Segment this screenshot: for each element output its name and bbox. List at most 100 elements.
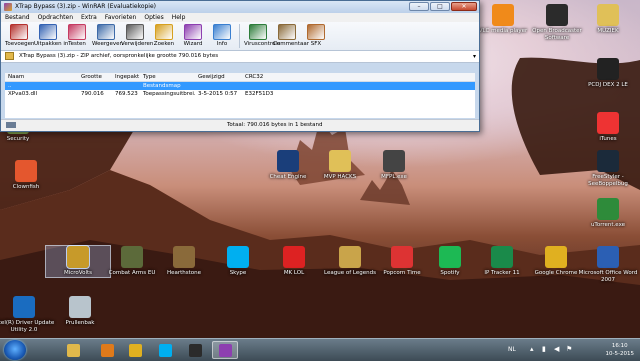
language-indicator[interactable]: NL [508,346,516,353]
fc3-icon [597,150,619,172]
spotify-icon [439,246,461,268]
toolbar-label: Weergeven [92,41,124,47]
column-header-crc32[interactable]: CRC32 [245,74,285,80]
list-header: Naam Grootte Ingepakt Type Gewijzigd CRC… [5,73,475,82]
desktop-icon[interactable]: FreeStyler - SeeBoppelbug [576,150,640,187]
toolbar-label: Toevoegen [5,41,35,47]
utorrent-icon [597,198,619,220]
desktop-icon[interactable]: Skype [206,246,270,277]
toolbar: Toevoegen Uitpakken in Testen Weergeven Verw… [1,22,479,51]
row-name: .. [8,83,12,89]
menu-item-favorieten[interactable]: Favorieten [105,14,136,21]
desktop-icon[interactable]: MFPL.exe [362,150,426,181]
skype-icon [227,246,249,268]
skype-icon [158,343,172,357]
column-header-type[interactable]: Type [143,74,193,80]
obs-icon [546,4,568,26]
toolbar-label: Zoeken [153,41,175,47]
toolbar-button-info[interactable]: Info [208,22,236,47]
row-name: XPva03.dll [8,91,38,97]
taskbar-explorer[interactable] [60,341,86,359]
volume-icon[interactable]: ◀ [554,345,559,353]
column-header-packed[interactable]: Ingepakt [115,74,145,80]
desktop-icon[interactable]: MK LOL [262,246,326,277]
desktop-icon[interactable]: PCDJ DEX 2 LE [576,58,640,89]
clock[interactable]: 16:10 10-5-2015 [606,342,634,358]
menu-item-opdrachten[interactable]: Opdrachten [38,14,73,21]
mklol-icon [283,246,305,268]
start-button[interactable] [4,340,26,360]
menu-item-opties[interactable]: Opties [144,14,163,21]
desktop-icon[interactable]: Prullenbak [48,296,112,327]
desktop-icon-label: PCDJ DEX 2 LE [588,82,628,88]
network-icon[interactable]: ▮ [542,345,546,353]
toolbar-label: Info [216,41,228,47]
taskbar-winrar[interactable] [212,341,238,359]
toolbar-button-wizard[interactable]: Wizard [179,22,207,47]
media-player-icon [100,343,114,357]
taskbar-obs[interactable] [182,341,208,359]
itunes-icon [597,112,619,134]
view-icon [97,24,115,40]
desktop-icon[interactable]: MUZIEK [576,4,640,35]
toolbar-button-test[interactable]: Testen [63,22,91,47]
minimize-button[interactable]: – [409,2,429,11]
toolbar-label: SFX [310,41,322,47]
info-icon [213,24,231,40]
toolbar-button-view[interactable]: Weergeven [92,22,124,47]
toolbar-label: Wizard [183,41,203,47]
flag-icon[interactable]: ⚑ [566,345,572,353]
taskbar-media[interactable] [94,341,120,359]
taskbar-chrome[interactable] [122,341,148,359]
clock-date: 10-5-2015 [605,351,634,357]
maximize-button[interactable]: □ [430,2,450,11]
toolbar-button-extract[interactable]: Uitpakken in [34,22,68,47]
toolbar-button-sfx[interactable]: SFX [302,22,330,47]
menu-item-extra[interactable]: Extra [81,14,97,21]
close-button[interactable]: ✕ [451,2,477,11]
menu-item-bestand[interactable]: Bestand [5,14,30,21]
toolbar-button-delete[interactable]: Verwijderen [121,22,153,47]
toolbar-button-virusscan[interactable]: Viruscontrole [244,22,280,47]
chrome-icon [545,246,567,268]
menu-item-help[interactable]: Help [172,14,186,21]
clock-time: 16:10 [611,343,628,349]
test-icon [68,24,86,40]
comment-icon [278,24,296,40]
address-text: XTrap Bypass (3).zip - ZIP archief, oors… [19,53,219,59]
desktop-icon[interactable]: Microsoft Office Word 2007 [576,246,640,283]
toolbar-button-comment[interactable]: Commentaar [273,22,309,47]
column-header-name[interactable]: Naam [8,74,78,80]
explorer-icon [66,343,80,357]
toolbar-button-add[interactable]: Toevoegen [5,22,35,47]
desktop-icon-label: FreeStyler - SeeBoppelbug [588,174,628,187]
chevron-down-icon[interactable]: ▾ [473,53,476,60]
column-header-modified[interactable]: Gewijzigd [198,74,243,80]
vlc-icon [492,4,514,26]
up-folder-icon[interactable] [5,52,14,60]
address-bar[interactable]: XTrap Bypass (3).zip - ZIP archief, oors… [1,51,479,63]
drive-icon[interactable] [6,122,16,128]
desktop-icon[interactable]: iTunes [576,112,640,143]
desktop-icon[interactable]: Clownfish [0,160,58,191]
desktop-icon-label: uTorrent.exe [590,222,626,228]
intel-icon [13,296,35,318]
tray-arrow-icon[interactable]: ▴ [530,345,534,353]
taskbar-skype[interactable] [152,341,178,359]
chrome-icon [128,343,142,357]
toolbar-button-find[interactable]: Zoeken [150,22,178,47]
desktop-icon-label: Prullenbak [65,320,95,326]
popcorn-icon [391,246,413,268]
winrar-window: XTrap Bypass (3).zip - WinRAR (Evaluatie… [0,0,480,132]
row-modified: 3-5-2015 0:57 [198,91,238,97]
recycle-bin-icon [69,296,91,318]
column-header-size[interactable]: Grootte [81,74,111,80]
winrar-icon [4,3,12,11]
desktop-icon-label: Security [6,136,30,142]
table-row[interactable]: XPva03.dll 790.016 769.523 Toepassingsui… [5,90,475,98]
desktop-icon[interactable]: uTorrent.exe [576,198,640,229]
title-bar[interactable]: XTrap Bypass (3).zip - WinRAR (Evaluatie… [1,1,479,13]
table-row[interactable]: .. Bestandsmap [5,82,475,90]
cheat-engine-icon [277,150,299,172]
row-type: Toepassingsuitbrei... [143,91,195,97]
